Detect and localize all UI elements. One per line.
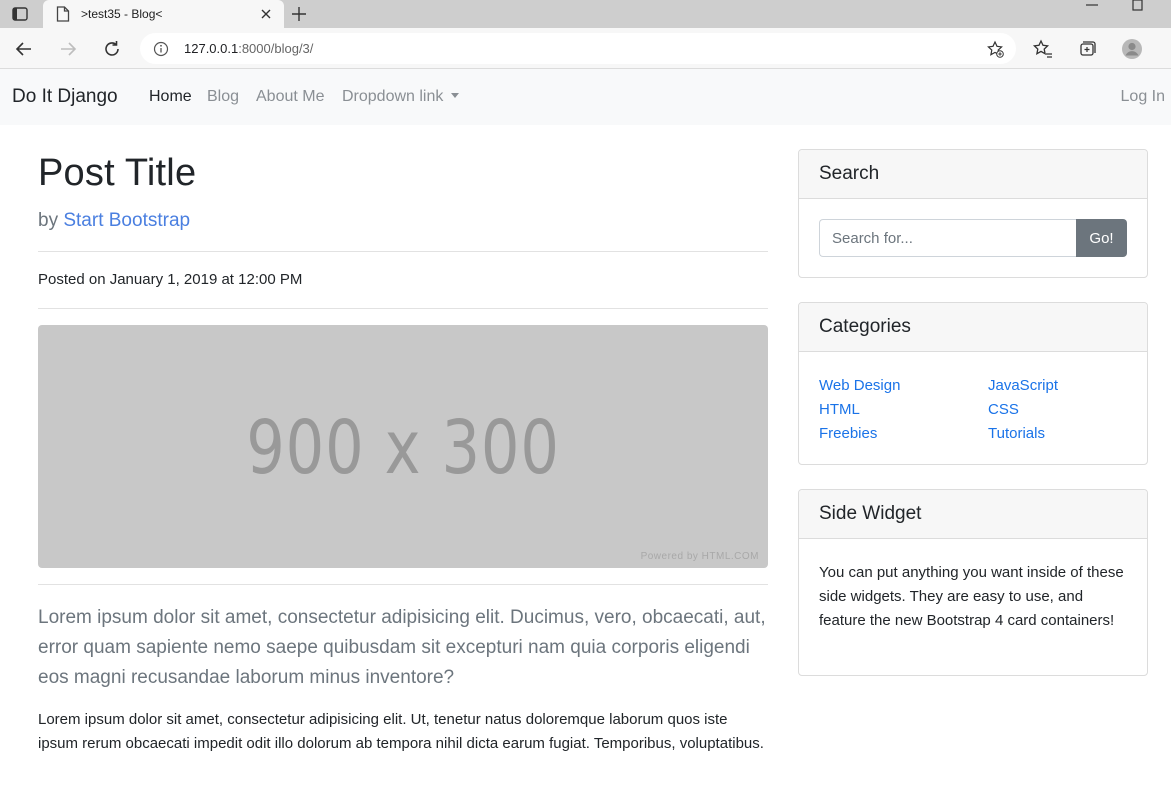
favorites-icon[interactable]: [1032, 38, 1054, 60]
browser-toolbar: 127.0.0.1:8000/blog/3/: [0, 28, 1171, 69]
search-card-body: Go!: [799, 199, 1147, 277]
collections-icon[interactable]: [1076, 38, 1098, 60]
post-date: Posted on January 1, 2019 at 12:00 PM: [38, 271, 303, 288]
author-link[interactable]: Start Bootstrap: [63, 210, 190, 231]
navbar-brand[interactable]: Do It Django: [12, 86, 118, 108]
close-tab-icon[interactable]: [258, 6, 274, 22]
profile-avatar-icon[interactable]: [1121, 38, 1143, 60]
categories-card-body: Web Design JavaScript HTML CSS Freebies …: [799, 352, 1147, 466]
page-icon: [56, 6, 70, 22]
nav-link-about-me[interactable]: About Me: [256, 88, 324, 106]
byline-prefix: by: [38, 210, 59, 231]
site-navbar: Do It Django Home Blog About Me Dropdown…: [0, 69, 1171, 125]
new-tab-icon[interactable]: [290, 5, 308, 23]
divider: [38, 251, 768, 252]
category-link-css[interactable]: CSS: [988, 398, 1138, 422]
divider: [38, 584, 768, 585]
search-card-title: Search: [799, 150, 1147, 199]
tab-actions-button[interactable]: [0, 0, 40, 28]
post-byline: by Start Bootstrap: [38, 210, 190, 232]
reload-icon[interactable]: [101, 38, 123, 60]
post-body-paragraph: Lorem ipsum dolor sit amet, consectetur …: [38, 711, 764, 752]
image-size-text: 900 x 300: [246, 405, 560, 491]
tab-actions-icon: [12, 7, 28, 21]
url-text: 127.0.0.1:8000/blog/3/: [184, 41, 313, 56]
divider: [38, 308, 768, 309]
category-link-javascript[interactable]: JavaScript: [988, 374, 1138, 398]
nav-link-home[interactable]: Home: [149, 88, 192, 106]
side-widget-body: You can put anything you want inside of …: [799, 539, 1147, 653]
category-list: Web Design JavaScript HTML CSS Freebies …: [819, 372, 1127, 446]
url-path: :8000/blog/3/: [238, 41, 314, 56]
site-info-icon[interactable]: [153, 41, 169, 57]
address-bar[interactable]: 127.0.0.1:8000/blog/3/: [140, 33, 1016, 64]
browser-tab-active[interactable]: >test35 - Blog<: [43, 0, 284, 28]
url-host: 127.0.0.1: [184, 41, 239, 56]
categories-card: Categories Web Design JavaScript HTML CS…: [798, 302, 1148, 465]
post-lead-paragraph: Lorem ipsum dolor sit amet, consectetur …: [38, 607, 766, 688]
category-link-html[interactable]: HTML: [819, 398, 988, 422]
search-group: Go!: [819, 219, 1127, 257]
post-image-placeholder: 900 x 300 Powered by HTML.COM: [38, 325, 768, 568]
nav-dropdown-toggle[interactable]: Dropdown link: [342, 88, 460, 106]
caret-down-icon: [451, 93, 460, 98]
search-go-button[interactable]: Go!: [1076, 219, 1127, 257]
category-link-web-design[interactable]: Web Design: [819, 374, 988, 398]
maximize-icon[interactable]: [1130, 0, 1144, 12]
image-credit: Powered by HTML.COM: [640, 551, 759, 562]
side-widget-title: Side Widget: [799, 490, 1147, 539]
tab-title: >test35 - Blog<: [81, 7, 163, 21]
post-title: Post Title: [38, 152, 197, 194]
category-link-freebies[interactable]: Freebies: [819, 422, 988, 446]
login-link[interactable]: Log In: [1121, 88, 1165, 106]
side-widget-card: Side Widget You can put anything you wan…: [798, 489, 1148, 676]
categories-card-title: Categories: [799, 303, 1147, 352]
browser-tab-strip: >test35 - Blog<: [0, 0, 1171, 28]
side-widget-text: You can put anything you want inside of …: [819, 564, 1124, 629]
back-icon[interactable]: [13, 38, 35, 60]
search-card: Search Go!: [798, 149, 1148, 278]
search-input[interactable]: [819, 219, 1076, 257]
forward-icon[interactable]: [57, 38, 79, 60]
nav-dropdown-label: Dropdown link: [342, 88, 444, 105]
category-link-tutorials[interactable]: Tutorials: [988, 422, 1138, 446]
minimize-icon[interactable]: [1085, 0, 1099, 10]
nav-link-blog[interactable]: Blog: [207, 88, 239, 106]
add-favorite-icon[interactable]: [986, 40, 1004, 58]
